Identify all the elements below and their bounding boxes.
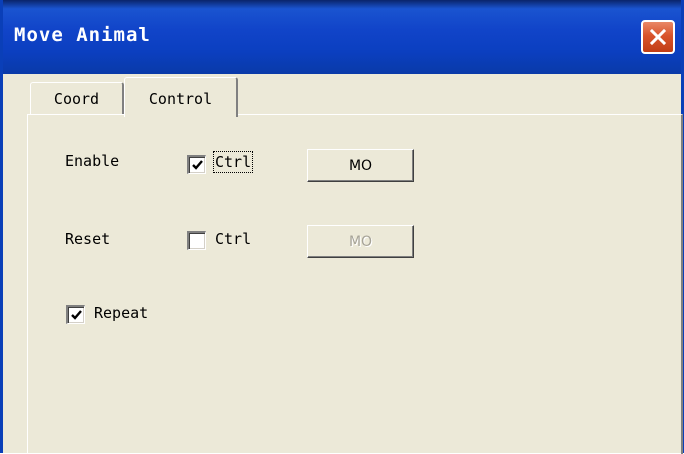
reset-ctrl-label[interactable]: Ctrl: [215, 230, 251, 248]
repeat-checkbox[interactable]: [66, 305, 85, 324]
move-animal-window: Move Animal Coord Control Enable Ctrl MO: [0, 0, 684, 454]
close-button[interactable]: [641, 20, 675, 54]
tab-control-label: Control: [148, 89, 213, 108]
checkmark-icon: [71, 310, 82, 320]
dialog-client-area: Coord Control Enable Ctrl MO Reset Ctrl …: [3, 74, 683, 454]
window-title: Move Animal: [14, 24, 151, 46]
repeat-label[interactable]: Repeat: [94, 304, 148, 322]
enable-ctrl-label[interactable]: Ctrl: [212, 151, 254, 173]
close-icon: [649, 28, 667, 46]
enable-label: Enable: [65, 152, 120, 170]
tab-control[interactable]: Control: [124, 77, 238, 117]
tab-coord-label: Coord: [53, 90, 100, 108]
checkmark-icon: [192, 160, 203, 170]
control-tab-panel: Enable Ctrl MO Reset Ctrl MO Repeat: [27, 114, 683, 454]
enable-ctrl-checkbox[interactable]: [187, 155, 206, 174]
reset-label: Reset: [65, 230, 111, 248]
tab-coord[interactable]: Coord: [30, 82, 124, 115]
enable-mo-button[interactable]: MO: [307, 149, 414, 182]
title-bar[interactable]: Move Animal: [3, 0, 681, 74]
reset-mo-button: MO: [307, 225, 414, 258]
reset-ctrl-checkbox[interactable]: [187, 231, 206, 250]
